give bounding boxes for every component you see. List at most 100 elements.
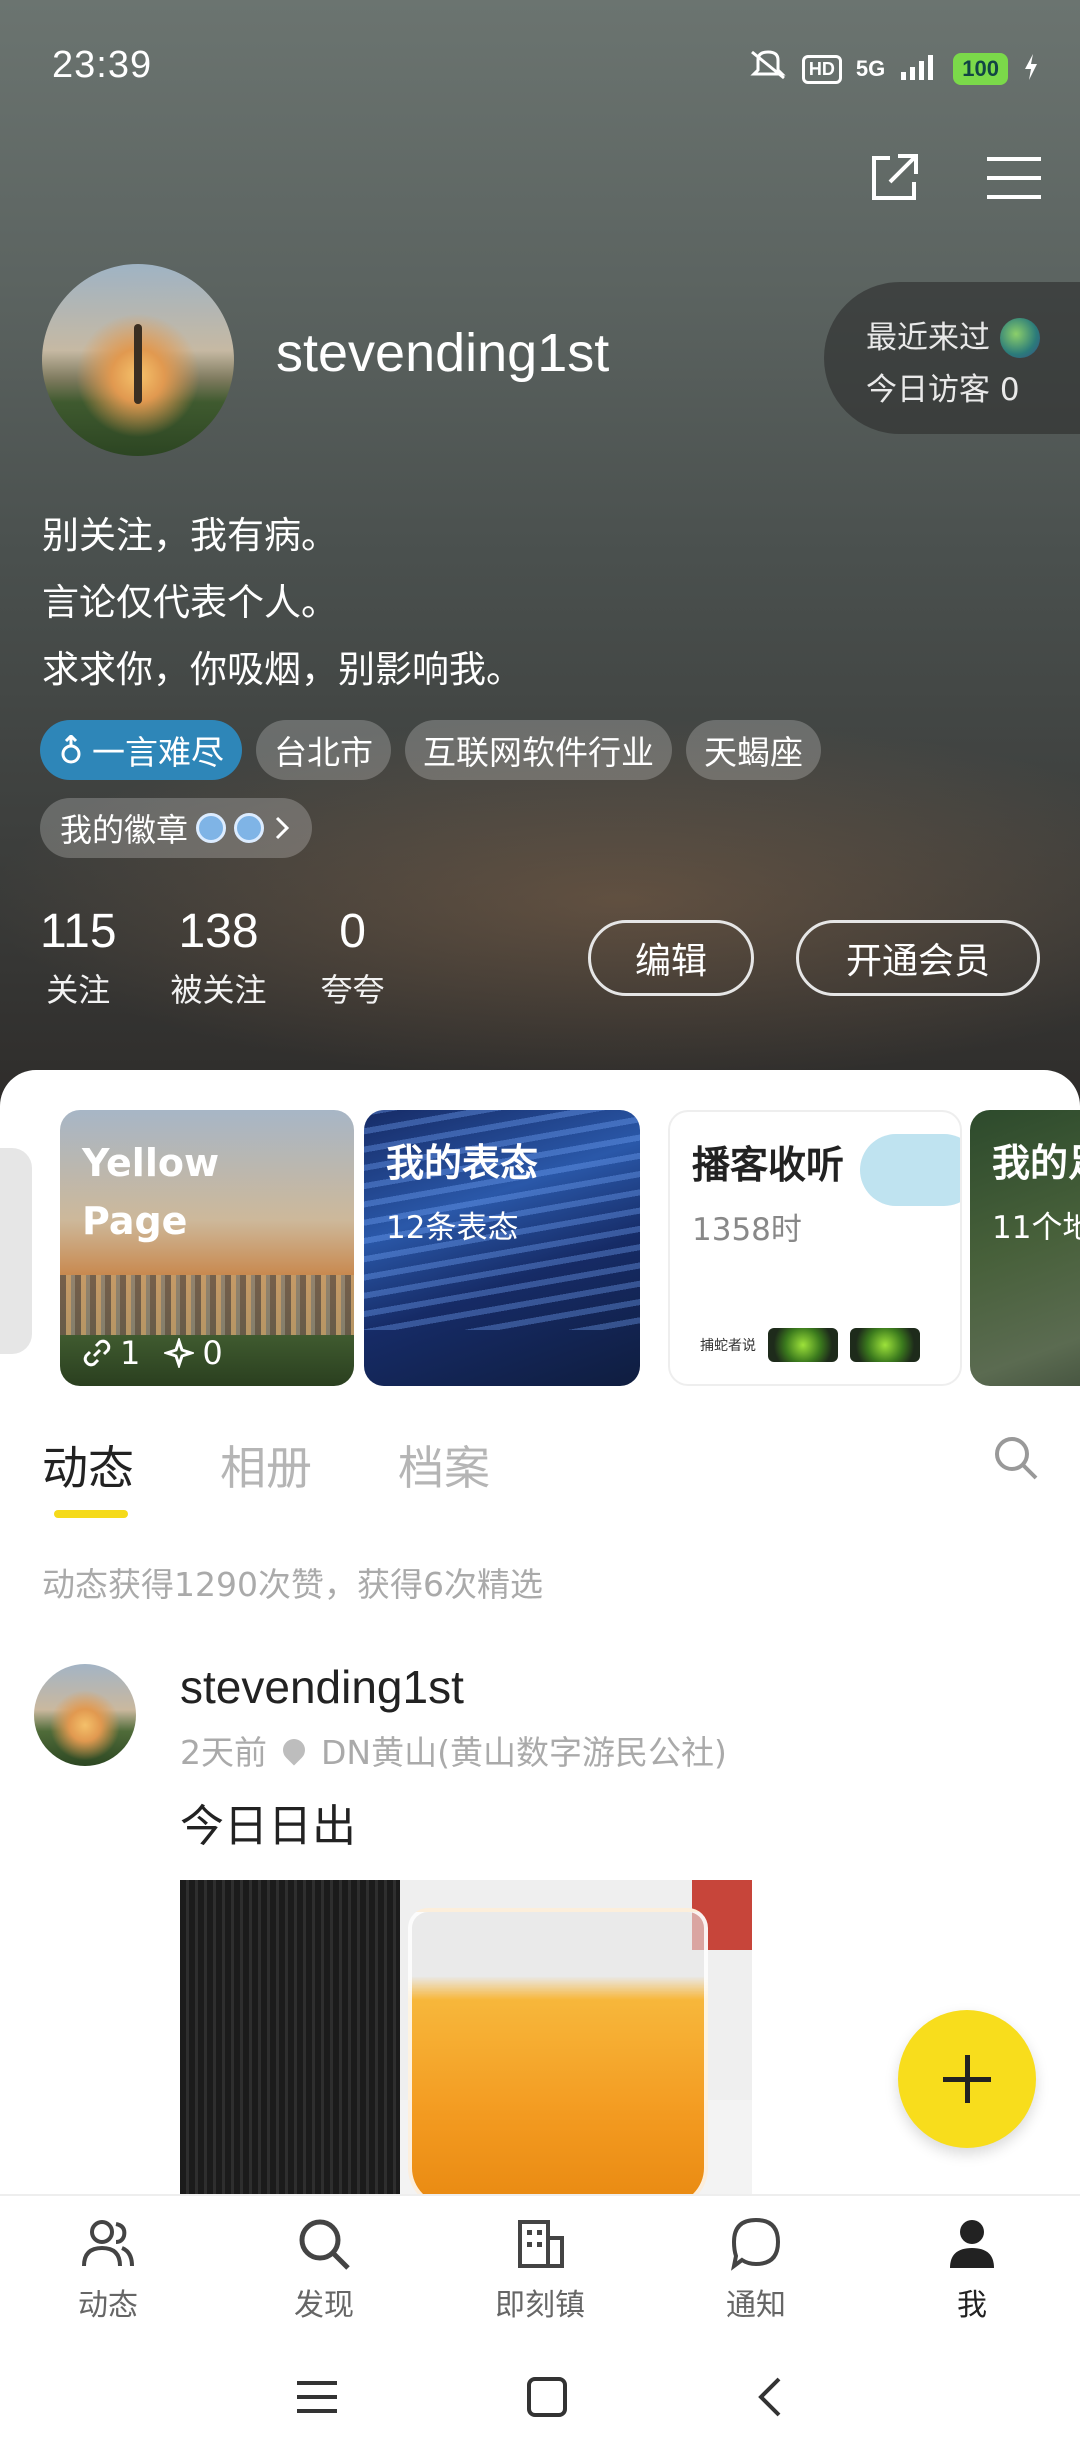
nav-me[interactable]: 我 <box>864 2196 1080 2334</box>
links-count: 1 <box>120 1334 141 1372</box>
bio-line: 求求你，你吸烟，别影响我。 <box>42 648 523 691</box>
stars-count: 0 <box>202 1334 223 1372</box>
post-meta: 2天前 DN黄山(黄山数字游民公社) <box>180 1726 727 1774</box>
recent-apps-icon[interactable] <box>295 2377 339 2417</box>
yellow-page-card[interactable]: Yellow Page 1 0 <box>60 1110 354 1386</box>
post-time: 2天前 <box>180 1733 267 1772</box>
plus-icon <box>943 2055 991 2103</box>
people-icon <box>82 2220 134 2267</box>
mute-icon <box>748 48 788 90</box>
profile-bio: 别关注，我有病。 言论仅代表个人。 求求你，你吸烟，别影响我。 <box>42 502 523 703</box>
nav-discover[interactable]: 发现 <box>216 2196 432 2334</box>
nav-label: 动态 <box>78 2288 138 2323</box>
search-icon <box>995 1437 1038 1480</box>
nav-label: 发现 <box>294 2288 354 2323</box>
new-post-button[interactable] <box>898 2010 1036 2148</box>
badge-medal-icon <box>234 813 265 843</box>
bio-line: 言论仅代表个人。 <box>42 581 338 624</box>
person-icon <box>950 2220 994 2268</box>
sparkle-icon <box>164 1338 195 1368</box>
tab-posts[interactable]: 动态 <box>42 1432 134 1498</box>
recent-visitor-label: 最近来过 <box>866 320 990 356</box>
my-reactions-card[interactable]: 我的表态 12条表态 <box>364 1110 640 1386</box>
tag-gender[interactable]: 一言难尽 <box>40 720 242 780</box>
recent-visitor-line: 最近来过 <box>866 312 1080 364</box>
share-icon <box>872 154 918 200</box>
badge-medal-icon <box>196 813 227 843</box>
post-text: 今日日出 <box>180 1801 356 1852</box>
building-icon <box>518 2220 564 2268</box>
share-button[interactable] <box>864 148 924 208</box>
chevron-right-icon <box>275 816 290 840</box>
profile-stats: 115 关注 138 被关注 0 夸夸 <box>40 904 385 1011</box>
tag-city[interactable]: 台北市 <box>256 720 391 780</box>
home-icon[interactable] <box>525 2375 569 2419</box>
nav-label: 通知 <box>726 2288 786 2323</box>
nav-town[interactable]: 即刻镇 <box>432 2196 648 2334</box>
open-vip-button[interactable]: 开通会员 <box>796 920 1040 996</box>
stat-praises[interactable]: 0 夸夸 <box>321 904 385 1011</box>
stat-following[interactable]: 115 关注 <box>40 904 117 1011</box>
profile-username: stevending1st <box>276 323 610 383</box>
edit-profile-button[interactable]: 编辑 <box>588 920 754 996</box>
podcast-card[interactable]: 播客收听 1358时 捕蛇者说 <box>668 1110 962 1386</box>
nav-notifications[interactable]: 通知 <box>648 2196 864 2334</box>
back-icon[interactable] <box>755 2375 785 2419</box>
active-tab-indicator <box>54 1510 128 1518</box>
visitor-avatar <box>1000 318 1040 358</box>
location-pin-icon <box>278 1734 310 1766</box>
nav-feed[interactable]: 动态 <box>0 2196 216 2334</box>
card-subtitle: 11个地 <box>992 1210 1080 1246</box>
likes-summary: 动态获得1290次赞，获得6次精选 <box>42 1565 543 1604</box>
status-time: 23:39 <box>52 44 153 86</box>
podcast-thumb <box>850 1328 920 1362</box>
card-subtitle: 1358时 <box>692 1212 802 1248</box>
badge-row: 我的徽章 <box>40 798 313 858</box>
image-juice-cup <box>408 1908 708 2200</box>
stat-label: 关注 <box>46 971 111 1009</box>
profile-tags: 一言难尽 台北市 互联网软件行业 天蝎座 <box>40 720 821 780</box>
card-stub[interactable] <box>0 1148 32 1354</box>
post-username[interactable]: stevending1st <box>180 1660 464 1714</box>
feature-cards: Yellow Page 1 0 我的表态 12条表态 播客收听 1358时 捕蛇… <box>0 1110 1080 1388</box>
tab-album[interactable]: 相册 <box>220 1432 312 1498</box>
menu-button[interactable] <box>984 148 1044 208</box>
card-subtitle: 12条表态 <box>386 1210 519 1246</box>
nav-label: 即刻镇 <box>495 2288 585 2323</box>
status-icons: HD 5G 100 <box>748 48 1040 90</box>
post-location[interactable]: DN黄山(黄山数字游民公社) <box>321 1726 727 1774</box>
system-navigation <box>0 2334 1080 2460</box>
tab-archive[interactable]: 档案 <box>398 1432 490 1498</box>
stat-value: 0 <box>339 905 366 958</box>
card-image-streaks <box>60 1275 354 1335</box>
bio-line: 别关注，我有病。 <box>42 514 338 557</box>
stat-label: 被关注 <box>170 971 267 1009</box>
card-title: 播客收听 <box>692 1143 845 1187</box>
card-stats: 1 0 <box>82 1334 223 1372</box>
male-icon <box>61 735 81 764</box>
nav-label: 我 <box>957 2288 987 2323</box>
podcast-thumbnails: 捕蛇者说 <box>700 1328 920 1362</box>
tag-zodiac[interactable]: 天蝎座 <box>686 720 821 780</box>
bottom-navigation: 动态 发现 即刻镇 通知 我 <box>0 2194 1080 2334</box>
image-speaker <box>180 1880 400 2200</box>
stat-label: 夸夸 <box>320 971 385 1009</box>
network-type: 5G <box>855 56 886 81</box>
search-button[interactable] <box>990 1432 1042 1484</box>
bubble-decoration <box>860 1134 960 1206</box>
post-image[interactable] <box>180 1880 752 2200</box>
my-footprints-card[interactable]: 我的足 11个地 <box>970 1110 1080 1386</box>
status-bar: 23:39 HD 5G 100 <box>0 0 1080 140</box>
tag-industry[interactable]: 互联网软件行业 <box>405 720 672 780</box>
visitor-card[interactable]: 最近来过 今日访客 0 <box>824 282 1080 434</box>
podcast-thumb <box>768 1328 838 1362</box>
stat-followers[interactable]: 138 被关注 <box>171 904 267 1011</box>
post-avatar[interactable] <box>34 1664 136 1766</box>
menu-icon <box>987 157 1041 199</box>
profile-avatar[interactable] <box>42 264 234 456</box>
header-actions <box>864 148 1044 208</box>
podcast-logo: 捕蛇者说 <box>700 1338 756 1354</box>
card-title: Yellow Page <box>82 1141 220 1243</box>
stars-stat: 0 <box>164 1334 223 1372</box>
my-badges-button[interactable]: 我的徽章 <box>40 798 313 858</box>
